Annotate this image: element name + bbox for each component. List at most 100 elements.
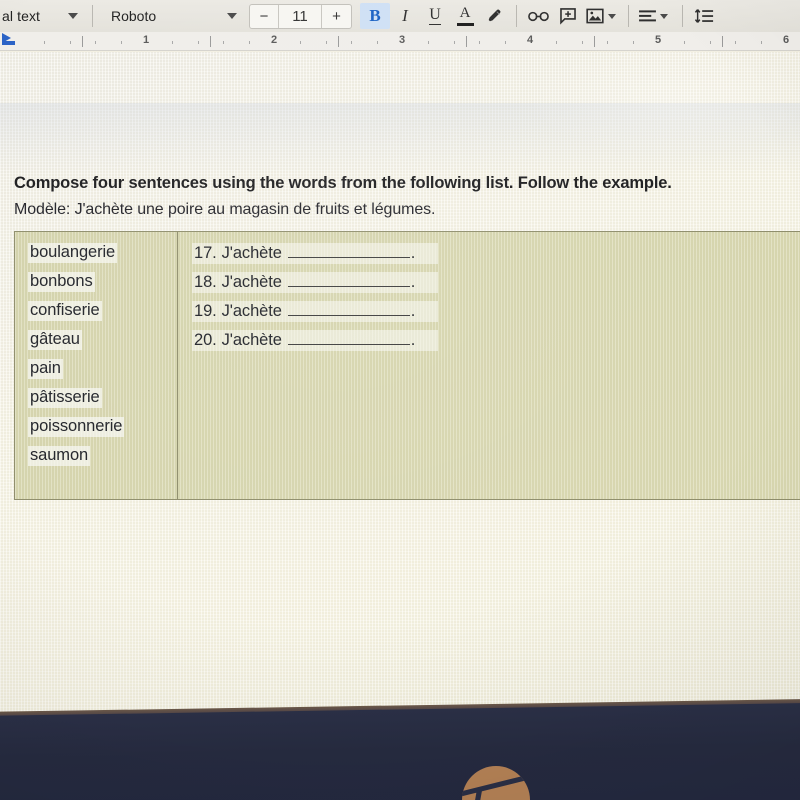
sentence-period: . xyxy=(410,302,416,320)
insert-link-button[interactable] xyxy=(523,3,553,29)
font-size-decrease-button[interactable]: − xyxy=(250,4,279,28)
answer-blank[interactable] xyxy=(287,246,410,258)
align-button[interactable] xyxy=(635,3,659,29)
left-indent-marker[interactable] xyxy=(2,41,15,45)
bold-button-label: B xyxy=(369,6,381,25)
bold-button[interactable]: B xyxy=(360,3,390,29)
formatting-toolbar: al text Roboto − 11 + B I U A xyxy=(0,0,800,32)
sentence-row[interactable]: 19. J'achète. xyxy=(192,301,438,322)
sentence-row[interactable]: 17. J'achète. xyxy=(192,243,438,264)
laptop-screen-photo: al text Roboto − 11 + B I U A 1 2 3 4 5 … xyxy=(0,0,800,800)
ruler-minor-tick xyxy=(428,41,429,44)
word-list-item: gâteau xyxy=(28,330,177,359)
add-comment-button[interactable] xyxy=(553,3,583,29)
highlighter-icon xyxy=(488,9,500,21)
underline-button-label: U xyxy=(429,6,441,25)
comment-plus-icon xyxy=(560,8,576,25)
word-list-item: poissonnerie xyxy=(28,417,177,446)
font-size-value[interactable]: 11 xyxy=(279,4,322,28)
instruction-text: Compose four sentences using the words f… xyxy=(14,174,672,192)
line-spacing-button[interactable] xyxy=(689,3,719,29)
toolbar-divider xyxy=(516,5,517,27)
ruler-ticks: 1 2 3 4 5 6 xyxy=(0,32,800,51)
toolbar-divider xyxy=(682,5,683,27)
font-family-label: Roboto xyxy=(111,8,157,24)
sentences-cell[interactable]: 17. J'achète. 18. J'achète. 19. J'achète. 20. J… xyxy=(178,232,800,499)
sentence-number: 20. xyxy=(194,331,217,349)
ruler-major-tick xyxy=(722,36,723,47)
paragraph-style-dropdown[interactable]: al text xyxy=(0,3,86,29)
ruler-minor-tick xyxy=(505,41,506,44)
chevron-down-icon xyxy=(68,13,78,19)
ruler-number: 4 xyxy=(526,34,534,46)
answer-blank[interactable] xyxy=(287,304,410,316)
sentence-stem: J'achète xyxy=(221,331,282,349)
sentence-number: 19. xyxy=(194,302,217,320)
ruler-minor-tick xyxy=(198,41,199,44)
ruler-minor-tick xyxy=(249,41,250,44)
ruler-minor-tick xyxy=(684,41,685,44)
word-text: saumon xyxy=(28,446,91,466)
toolbar-divider xyxy=(92,5,93,27)
sentence-row[interactable]: 20. J'achète. xyxy=(192,330,438,351)
ruler-minor-tick xyxy=(44,41,45,44)
font-family-dropdown[interactable]: Roboto xyxy=(99,3,245,29)
sentence-stem: J'achète xyxy=(221,273,282,291)
word-list-cell: boulangerie bonbons confiserie gâteau pain pâ… xyxy=(15,232,178,499)
ruler-major-tick xyxy=(210,36,211,47)
ruler-number: 3 xyxy=(398,34,406,46)
chevron-down-icon[interactable] xyxy=(608,13,616,19)
highlight-color-button[interactable] xyxy=(480,3,510,29)
document-page[interactable]: Compose four sentences using the words f… xyxy=(0,52,800,726)
italic-button[interactable]: I xyxy=(390,3,420,29)
text-color-swatch xyxy=(456,22,474,26)
chevron-down-icon[interactable] xyxy=(660,13,668,19)
worksheet-table[interactable]: boulangerie bonbons confiserie gâteau pain pâ… xyxy=(14,231,800,500)
ruler-minor-tick xyxy=(121,41,122,44)
align-left-icon xyxy=(638,9,656,21)
word-text: bonbons xyxy=(28,272,95,292)
ruler-minor-tick xyxy=(556,41,557,44)
line-spacing-icon xyxy=(694,9,714,23)
word-text: poissonnerie xyxy=(28,417,125,437)
answer-blank[interactable] xyxy=(287,275,410,287)
link-icon xyxy=(527,11,549,21)
ruler-minor-tick xyxy=(761,41,762,44)
ruler-minor-tick xyxy=(172,41,173,44)
insert-image-button[interactable] xyxy=(583,3,607,29)
text-color-button[interactable]: A xyxy=(450,3,480,29)
sentence-row[interactable]: 18. J'achète. xyxy=(192,272,438,293)
chevron-down-icon xyxy=(227,13,237,19)
ruler-minor-tick xyxy=(351,41,352,44)
ruler-minor-tick xyxy=(95,41,96,44)
word-list-item: boulangerie xyxy=(28,243,177,272)
sentence-number: 17. xyxy=(194,244,217,262)
image-icon xyxy=(586,8,604,24)
ruler-number: 5 xyxy=(654,34,662,46)
ruler-minor-tick xyxy=(70,41,71,44)
ruler-number: 6 xyxy=(782,34,790,46)
sentence-number: 18. xyxy=(194,273,217,291)
document-ruler[interactable]: 1 2 3 4 5 6 xyxy=(0,32,800,51)
ruler-minor-tick xyxy=(454,41,455,44)
font-size-increase-button[interactable]: + xyxy=(322,5,351,28)
sentence-stem: J'achète xyxy=(221,302,282,320)
ruler-minor-tick xyxy=(479,41,480,44)
ruler-major-tick xyxy=(466,36,467,47)
ruler-number: 2 xyxy=(270,34,278,46)
word-list-item: pâtisserie xyxy=(28,388,177,417)
font-size-stepper[interactable]: − 11 + xyxy=(249,3,352,29)
ruler-major-tick xyxy=(594,36,595,47)
paragraph-style-label: al text xyxy=(2,8,41,24)
ruler-number: 1 xyxy=(142,34,150,46)
ruler-minor-tick xyxy=(223,41,224,44)
answer-blank[interactable] xyxy=(287,333,410,345)
ruler-major-tick xyxy=(82,36,83,47)
sentence-period: . xyxy=(410,244,416,262)
underline-button[interactable]: U xyxy=(420,3,450,29)
sentence-stem: J'achète xyxy=(221,244,282,262)
example-text: Modèle: J'achète une poire au magasin de… xyxy=(14,200,436,218)
laptop-bezel xyxy=(0,702,800,800)
word-list-item: bonbons xyxy=(28,272,177,301)
word-text: confiserie xyxy=(28,301,102,321)
